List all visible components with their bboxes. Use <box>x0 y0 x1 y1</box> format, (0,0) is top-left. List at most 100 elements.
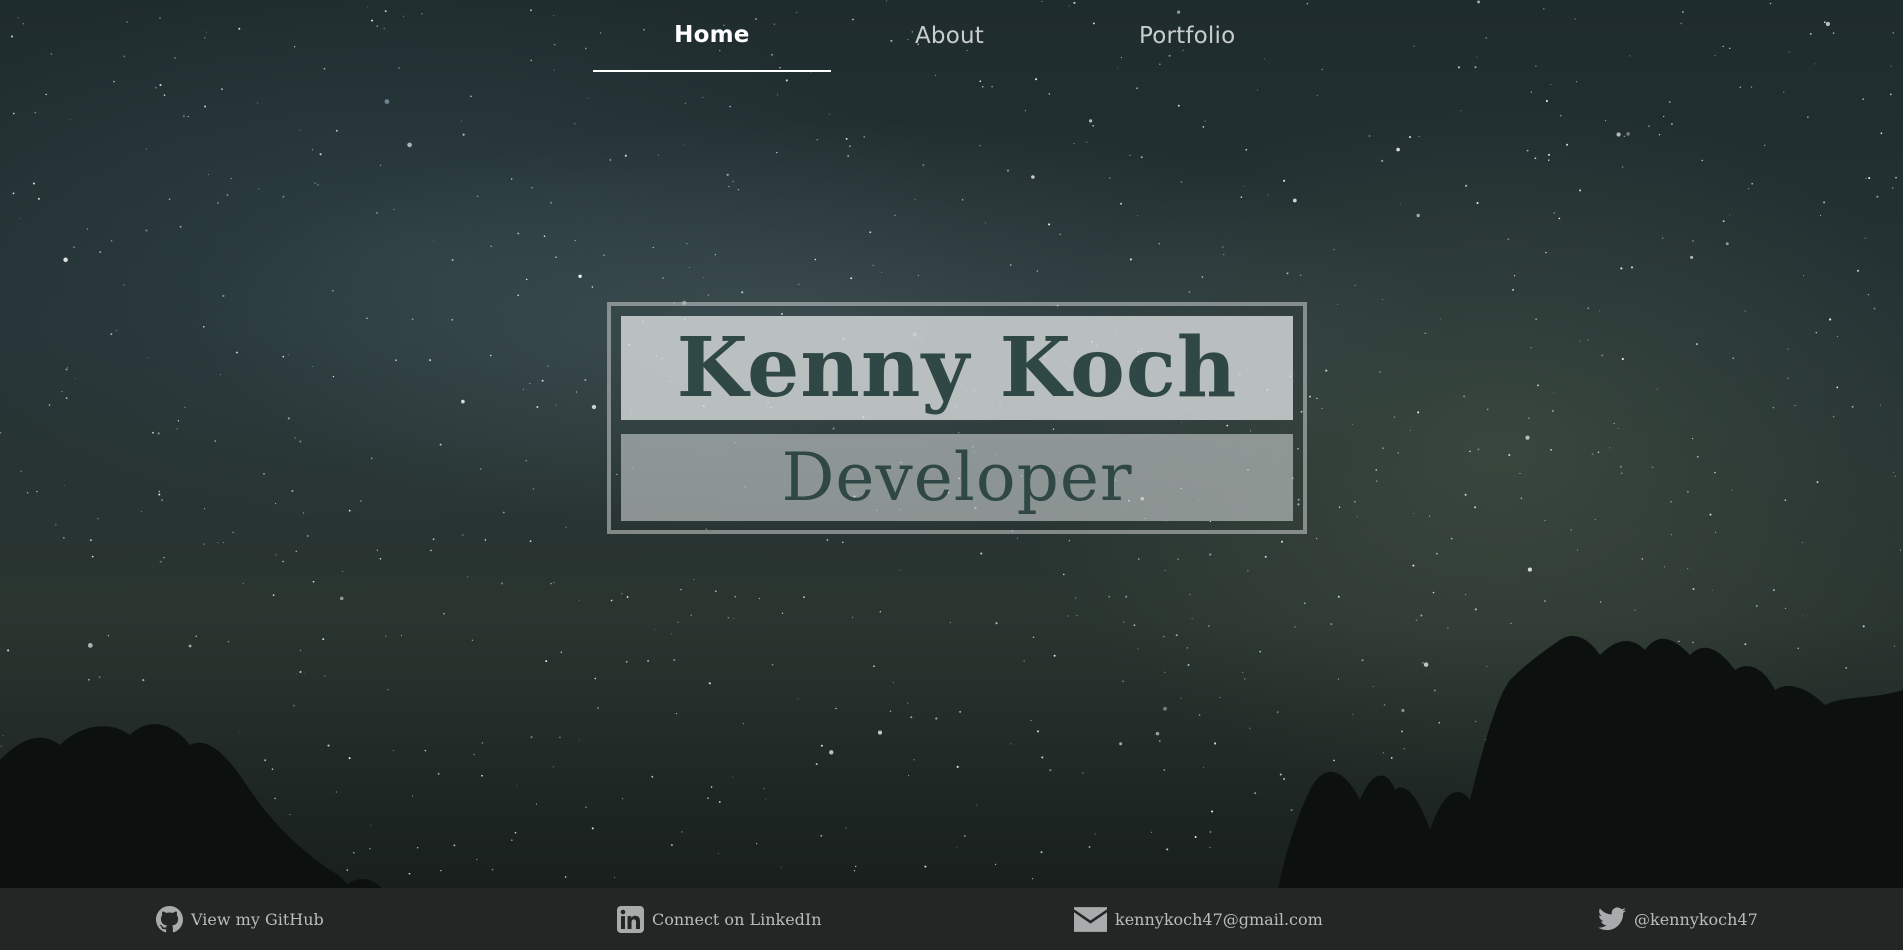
star <box>462 534 464 536</box>
star <box>1474 720 1477 723</box>
star <box>1629 55 1631 57</box>
star <box>1163 769 1166 771</box>
star <box>1692 438 1694 440</box>
star <box>1088 119 1093 123</box>
star <box>1129 258 1132 261</box>
star <box>407 142 412 148</box>
star <box>115 330 117 331</box>
github-link[interactable]: View my GitHub <box>156 888 324 950</box>
star <box>1333 248 1335 251</box>
star <box>797 698 799 700</box>
star <box>282 560 284 563</box>
star <box>291 489 294 492</box>
twitter-link[interactable]: @kennykoch47 <box>1598 888 1758 950</box>
star <box>850 277 853 280</box>
star <box>621 593 623 595</box>
star <box>517 294 519 297</box>
star <box>1325 369 1328 372</box>
star <box>1062 573 1065 576</box>
star <box>734 595 737 598</box>
star <box>403 15 404 17</box>
star <box>1408 136 1412 139</box>
email-link[interactable]: kennykoch47@gmail.com <box>1074 888 1323 950</box>
star <box>387 689 389 691</box>
star <box>239 731 241 732</box>
star <box>1108 596 1110 598</box>
star <box>304 672 306 674</box>
star <box>624 154 627 157</box>
star <box>227 640 230 643</box>
star <box>1390 756 1393 759</box>
star <box>1208 625 1210 627</box>
star <box>299 670 302 674</box>
star <box>1797 647 1800 650</box>
star <box>1017 537 1019 539</box>
star <box>684 102 686 104</box>
name-banner: Kenny Koch <box>621 316 1293 420</box>
star <box>1031 878 1034 880</box>
star <box>1338 506 1341 508</box>
nav-portfolio[interactable]: Portfolio <box>1068 0 1306 72</box>
star <box>565 526 567 528</box>
star <box>1820 215 1821 217</box>
star <box>732 180 734 183</box>
star <box>1353 500 1356 503</box>
star <box>979 145 981 147</box>
star <box>1381 159 1384 162</box>
hero-role: Developer <box>781 438 1133 516</box>
star <box>1476 56 1478 58</box>
star <box>1787 377 1789 379</box>
star <box>852 616 854 619</box>
star <box>1788 51 1790 53</box>
star <box>1198 714 1201 716</box>
star <box>155 87 157 89</box>
star <box>319 153 322 156</box>
nav-about[interactable]: About <box>831 0 1069 72</box>
star <box>86 228 89 230</box>
star <box>670 844 673 847</box>
star <box>88 678 90 681</box>
star <box>188 644 192 648</box>
star <box>179 225 182 228</box>
star <box>22 23 25 25</box>
star <box>1722 45 1724 48</box>
linkedin-link[interactable]: Connect on LinkedIn <box>617 888 822 950</box>
star <box>1094 833 1096 835</box>
star <box>335 791 337 793</box>
star <box>272 594 275 596</box>
star <box>1527 567 1532 572</box>
star <box>892 682 894 684</box>
star <box>411 795 414 797</box>
star <box>376 549 378 551</box>
star <box>384 10 387 13</box>
star <box>217 542 219 544</box>
star <box>1469 450 1471 453</box>
star <box>1891 187 1894 189</box>
star <box>1321 407 1323 409</box>
star <box>26 492 29 494</box>
star <box>65 368 68 371</box>
star <box>145 229 148 232</box>
star <box>1035 78 1038 81</box>
star <box>959 711 961 713</box>
star <box>1030 719 1032 722</box>
star <box>20 470 22 473</box>
star <box>1136 87 1138 90</box>
star <box>451 258 454 262</box>
star <box>19 218 21 219</box>
star <box>541 379 544 382</box>
star <box>1122 621 1125 623</box>
star <box>1714 55 1716 57</box>
nav-home[interactable]: Home <box>593 0 831 72</box>
star <box>1670 123 1673 126</box>
star <box>1714 471 1716 474</box>
star <box>1545 251 1547 254</box>
star <box>63 257 68 263</box>
star <box>578 739 580 741</box>
star <box>727 617 729 619</box>
star <box>206 31 207 33</box>
star <box>591 404 597 410</box>
star <box>89 539 92 542</box>
star <box>726 173 729 176</box>
star <box>50 53 53 55</box>
